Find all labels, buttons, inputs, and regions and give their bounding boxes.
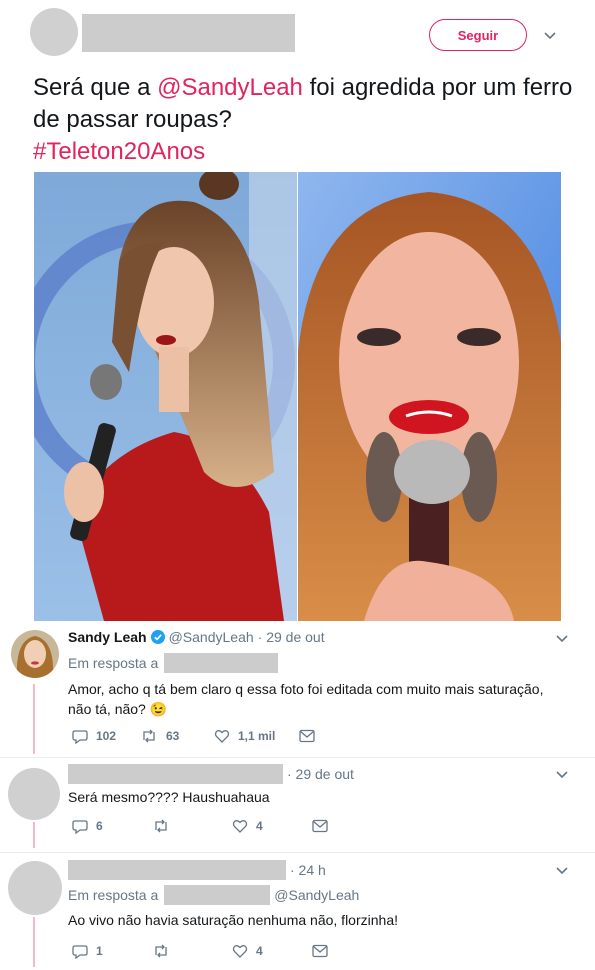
reply-icon xyxy=(72,820,88,834)
like-count: 1,1 mil xyxy=(238,729,276,743)
like-count: 4 xyxy=(256,944,263,958)
dm-icon xyxy=(312,944,328,958)
thread-line xyxy=(33,917,35,967)
chevron-down-icon[interactable] xyxy=(555,768,569,782)
timestamp[interactable]: · 24 h xyxy=(290,862,326,878)
like-icon xyxy=(232,945,248,958)
chevron-down-icon[interactable] xyxy=(555,864,569,878)
author-name-redacted xyxy=(82,14,295,52)
reply-action[interactable]: 1 xyxy=(72,943,152,959)
replying-to-redacted xyxy=(164,653,279,673)
like-icon xyxy=(232,820,248,833)
reply-1-header: Sandy Leah @SandyLeah · 29 de out xyxy=(68,629,325,645)
like-action[interactable]: 1,1 mil xyxy=(214,728,299,744)
tweet-text-prefix: Será que a xyxy=(33,74,158,101)
reply-count: 102 xyxy=(96,729,117,743)
reply-text: Amor, acho q tá bem claro q essa foto fo… xyxy=(68,681,544,717)
dm-action[interactable] xyxy=(312,943,336,959)
like-count: 4 xyxy=(256,819,263,833)
reply-2-name-redacted xyxy=(68,764,283,784)
reply-action[interactable]: 6 xyxy=(72,818,152,834)
retweet-count: 63 xyxy=(166,729,180,743)
timestamp[interactable]: · 29 de out xyxy=(287,766,354,782)
dm-icon xyxy=(299,729,315,743)
reply-3-header: · 24 h xyxy=(68,860,326,880)
author-avatar[interactable] xyxy=(30,8,78,56)
reply-2-header: · 29 de out xyxy=(68,764,354,784)
reply-count: 1 xyxy=(96,944,103,958)
dm-icon xyxy=(312,819,328,833)
reply-icon xyxy=(72,730,88,744)
reply-3-actions: 1 4 xyxy=(72,943,336,959)
reply-1-avatar[interactable] xyxy=(11,630,59,678)
display-name[interactable]: Sandy Leah xyxy=(68,629,147,645)
tweet-photo-illustration xyxy=(34,172,561,621)
reply-count: 6 xyxy=(96,819,103,833)
hashtag-link[interactable]: #Teleton20Anos xyxy=(33,138,205,165)
tweet-text: Será que a @SandyLeah foi agredida por u… xyxy=(33,72,573,168)
reply-3: · 24 h Em resposta a @SandyLeah Ao vivo … xyxy=(0,855,595,970)
thread-line xyxy=(33,822,35,848)
retweet-icon xyxy=(155,944,167,958)
like-icon xyxy=(214,730,230,743)
divider xyxy=(0,852,595,853)
reply-action[interactable]: 102 xyxy=(72,728,140,744)
reply-2: · 29 de out Será mesmo???? Haushuahaua 6… xyxy=(0,760,595,850)
retweet-icon xyxy=(143,729,155,743)
thread-line xyxy=(33,684,35,754)
dm-action[interactable] xyxy=(299,728,323,744)
divider xyxy=(0,757,595,758)
reply-1-actions: 102 63 1,1 mil xyxy=(72,728,323,744)
replying-to-label: Em resposta a xyxy=(68,887,159,903)
timestamp[interactable]: · 29 de out xyxy=(258,629,325,645)
mention-link[interactable]: @SandyLeah xyxy=(157,74,303,101)
reply-3-name-redacted xyxy=(68,860,286,880)
chevron-down-icon[interactable] xyxy=(543,29,557,43)
handle[interactable]: @SandyLeah xyxy=(169,629,254,645)
verified-badge-icon xyxy=(150,630,165,644)
replying-to-label: Em resposta a xyxy=(68,655,159,671)
follow-button[interactable]: Seguir xyxy=(429,19,527,51)
replying-to-redacted xyxy=(164,885,271,905)
like-action[interactable]: 4 xyxy=(232,818,312,834)
reply-2-avatar[interactable] xyxy=(8,768,60,820)
reply-icon xyxy=(72,945,88,959)
retweet-action[interactable]: 63 xyxy=(140,728,214,744)
reply-3-avatar[interactable] xyxy=(8,861,62,915)
like-action[interactable]: 4 xyxy=(232,943,312,959)
replying-to: Em resposta a xyxy=(68,653,279,673)
retweet-action[interactable] xyxy=(152,818,232,834)
avatar-photo xyxy=(11,630,59,678)
tweet-photo[interactable] xyxy=(34,172,561,621)
replying-to-mention[interactable]: @SandyLeah xyxy=(274,887,359,903)
replying-to: Em resposta a @SandyLeah xyxy=(68,885,359,905)
reply-2-actions: 6 4 xyxy=(72,818,336,834)
reply-text: Será mesmo???? Haushuahaua xyxy=(68,789,270,805)
dm-action[interactable] xyxy=(312,818,336,834)
retweet-icon xyxy=(155,819,167,833)
reply-1: Sandy Leah @SandyLeah · 29 de out Em res… xyxy=(0,624,595,754)
reply-text: Ao vivo não havia saturação nenhuma não,… xyxy=(68,912,398,928)
chevron-down-icon[interactable] xyxy=(555,632,569,646)
retweet-action[interactable] xyxy=(152,943,232,959)
